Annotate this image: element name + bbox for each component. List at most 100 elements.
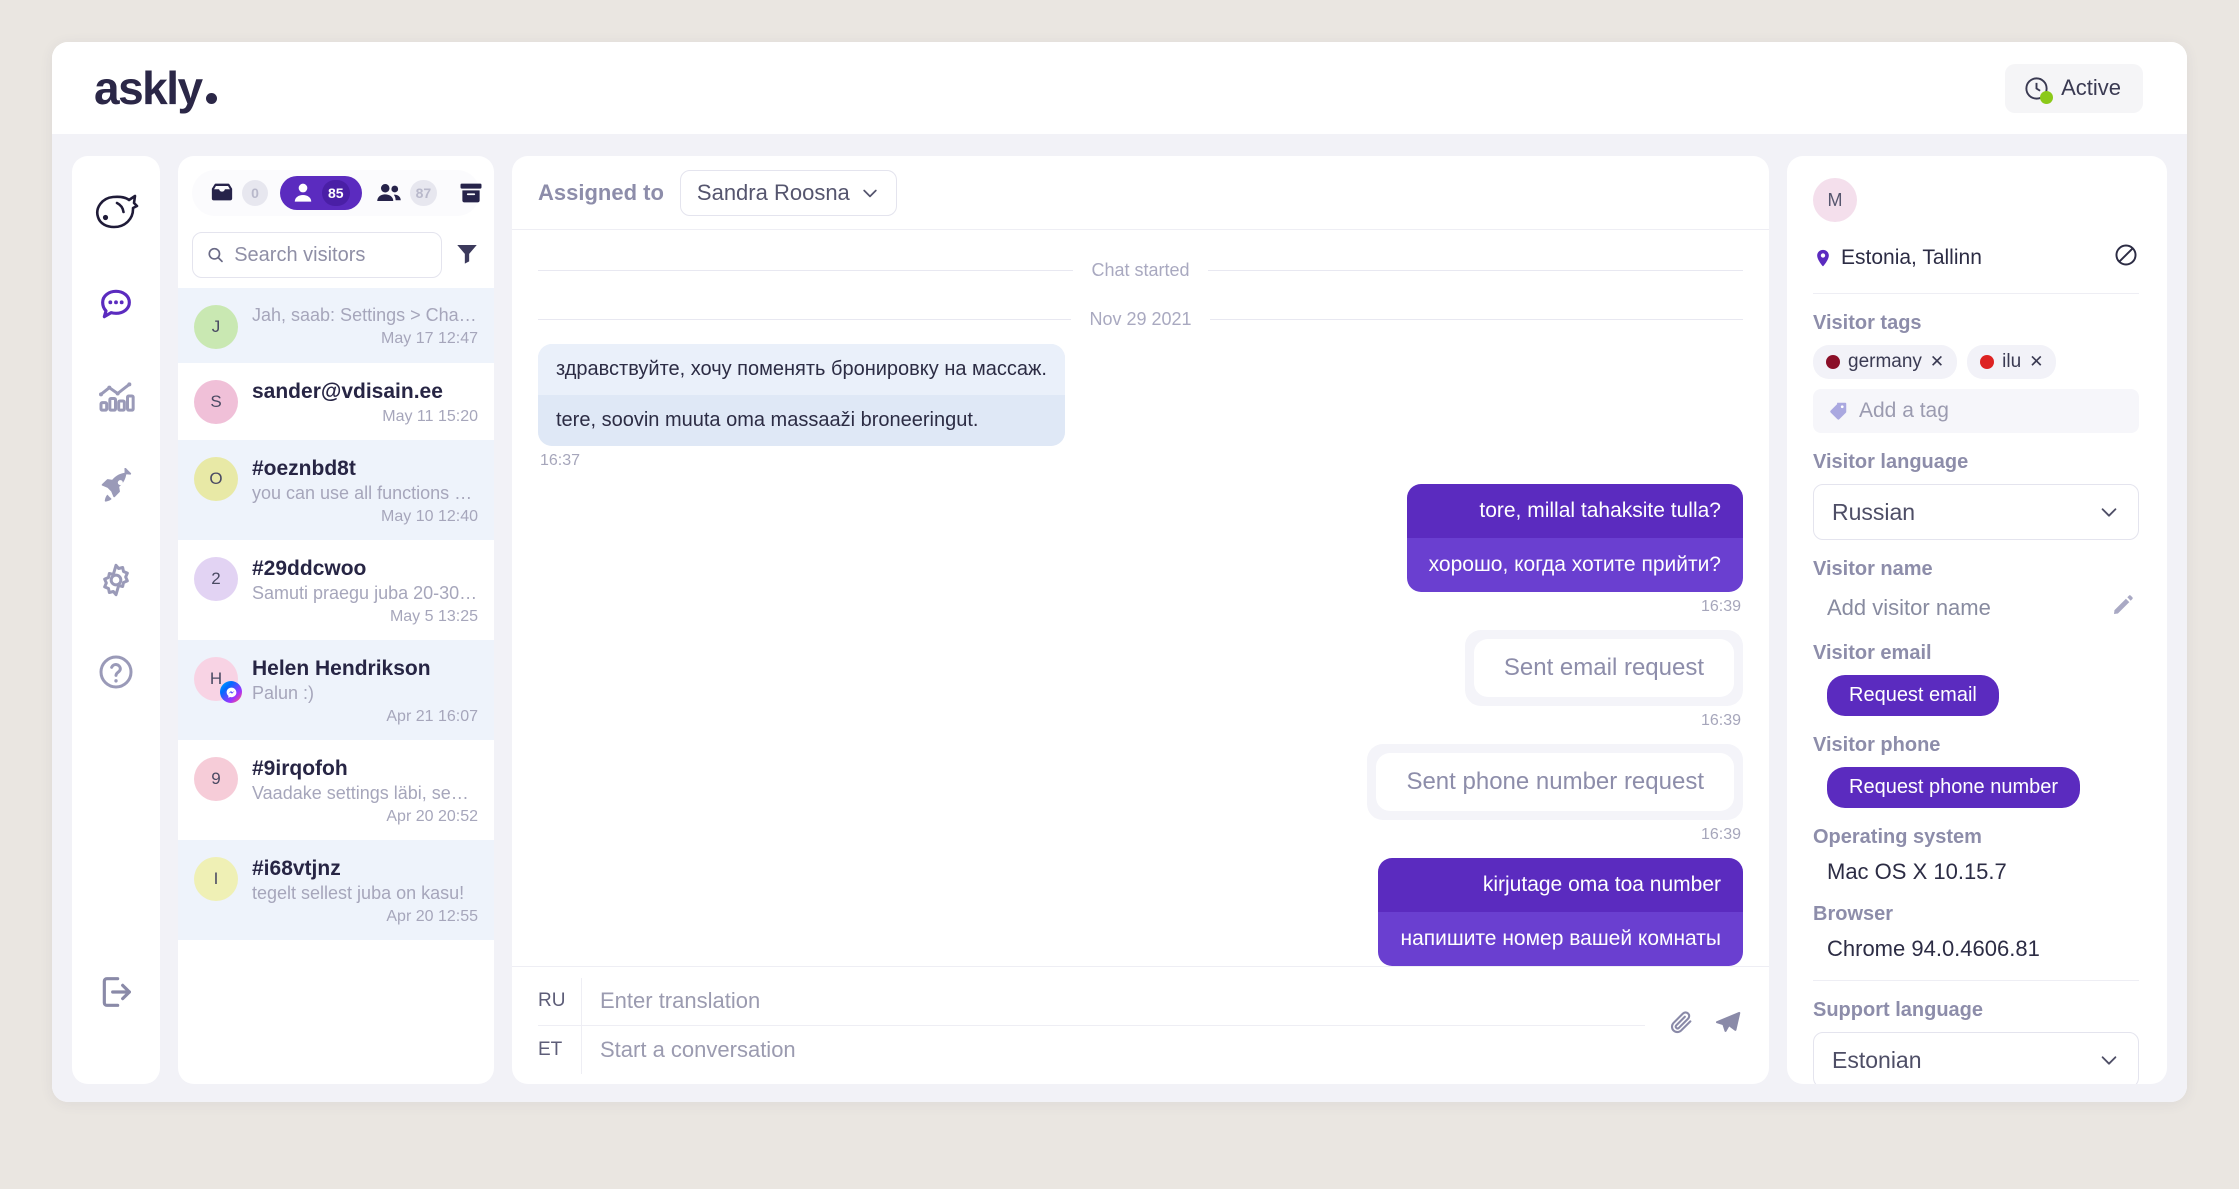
list-item[interactable]: 9 #9irqofoh Vaadake settings läbi, seal e…… xyxy=(178,740,494,840)
logout-icon[interactable] xyxy=(88,964,144,1020)
chevron-down-icon xyxy=(2101,508,2117,517)
block-icon[interactable] xyxy=(2113,242,2139,273)
filter-tab-inbox[interactable]: 0 xyxy=(200,175,276,211)
filter-tab-all[interactable]: 87 xyxy=(366,174,446,212)
search-icon xyxy=(208,247,223,263)
chat-panel: Assigned to Sandra Roosna Chat started N… xyxy=(512,156,1769,1084)
list-item-preview: Vaadake settings läbi, seal e… xyxy=(252,783,478,803)
sidebar-item-help[interactable] xyxy=(88,644,144,700)
remove-tag-icon[interactable]: ✕ xyxy=(2029,352,2043,372)
message-time: 16:39 xyxy=(1700,826,1741,843)
composer-lang-bottom: ET xyxy=(538,1025,582,1074)
translation-input[interactable] xyxy=(582,988,1645,1014)
list-item-name: #oeznbd8t xyxy=(252,457,356,480)
search-visitors-box[interactable] xyxy=(192,232,442,278)
logo-bird-icon[interactable] xyxy=(88,184,144,240)
list-item-preview: tegelt sellest juba on kasu! xyxy=(252,883,465,903)
sidebar-item-chats[interactable] xyxy=(88,276,144,332)
list-item-meta: #i68vtjnz tegelt sellest juba on kasu! Apr… xyxy=(252,857,478,926)
system-message-text: Sent phone number request xyxy=(1376,753,1734,811)
list-item[interactable]: O #oeznbd8t you can use all functions du… M… xyxy=(178,440,494,540)
avatar-initial: 2 xyxy=(211,569,221,588)
assigned-to-value: Sandra Roosna xyxy=(696,179,850,205)
message-time: 16:39 xyxy=(1700,598,1741,615)
composer-actions xyxy=(1645,1008,1743,1043)
list-item-preview: Jah, saab: Settings > Chat > … xyxy=(252,305,478,325)
list-item-name: Helen Hendrikson xyxy=(252,657,431,680)
visitor-list[interactable]: J Jah, saab: Settings > Chat > … May 17 12… xyxy=(178,288,494,1084)
clock-icon xyxy=(2023,75,2054,104)
visitor-phone-label: Visitor phone xyxy=(1813,734,1941,756)
filter-tab-archive[interactable] xyxy=(449,175,493,211)
support-language-value: Estonian xyxy=(1832,1046,1922,1073)
composer-translation-row: RU xyxy=(538,977,1645,1026)
top-bar: askly Active xyxy=(52,42,2187,134)
app-body: 0 85 87 Search visitors J Jah, saab: Set… xyxy=(52,134,2187,1102)
send-icon[interactable] xyxy=(1713,1008,1743,1043)
list-item[interactable]: J Jah, saab: Settings > Chat > … May 17 12… xyxy=(178,288,494,363)
archive-icon xyxy=(460,183,482,203)
list-item-name: sander@vdisain.ee xyxy=(252,380,443,403)
visitor-tag[interactable]: germany ✕ xyxy=(1813,345,1958,379)
visitor-tags-label: Visitor tags xyxy=(1813,312,1922,334)
logo-text: askly xyxy=(94,62,203,114)
assigned-to-select[interactable]: Sandra Roosna xyxy=(679,169,897,216)
sidebar-item-analytics[interactable] xyxy=(88,368,144,424)
visitor-name-label: Visitor name xyxy=(1813,558,1933,580)
tag-color-dot xyxy=(1980,355,1995,369)
list-item-name: #9irqofoh xyxy=(252,757,348,780)
message-row: tore, millal tahaksite tulla? хорошо, ког… xyxy=(538,484,1743,626)
add-tag-button[interactable]: Add a tag xyxy=(1813,389,2139,433)
status-badge[interactable]: Active xyxy=(2005,63,2143,113)
chat-date-label: Nov 29 2021 xyxy=(1089,309,1192,329)
list-item-meta: sander@vdisain.ee May 11 15:20 xyxy=(252,380,478,426)
list-item[interactable]: H Helen Hendrikson Palun :) Apr 21 16:07 xyxy=(178,640,494,740)
visitor-name-row[interactable]: Add visitor name xyxy=(1813,591,2139,624)
message-original: kirjutage oma toa number xyxy=(1378,858,1743,912)
add-tag-label: Add a tag xyxy=(1859,399,1949,422)
icon-rail xyxy=(72,156,160,1084)
list-item[interactable]: Ssander@vdisain.ee May 11 15:20 xyxy=(178,363,494,440)
search-row xyxy=(192,232,480,278)
visitor-tag[interactable]: ilu ✕ xyxy=(1967,345,2057,379)
list-item-time: Apr 21 16:07 xyxy=(386,708,478,725)
operating-system-value: Mac OS X 10.15.7 xyxy=(1827,859,2007,884)
visitor-language-select[interactable]: Russian xyxy=(1813,484,2139,540)
request-email-button[interactable]: Request email xyxy=(1827,675,1999,716)
avatar: 2 xyxy=(194,557,238,601)
status-label: Active xyxy=(2061,75,2121,100)
search-input[interactable] xyxy=(234,243,428,267)
support-language-select[interactable]: Estonian xyxy=(1813,1032,2139,1084)
messenger-badge-icon xyxy=(220,681,242,703)
message-original: tore, millal tahaksite tulla? xyxy=(1406,484,1743,538)
system-message: Sent email request xyxy=(1464,630,1743,706)
list-item-name: #29ddcwoo xyxy=(252,557,367,580)
message-input[interactable] xyxy=(582,1036,1645,1063)
list-item[interactable]: 2 #29ddcwoo Samuti praegu juba 20-30%… May … xyxy=(178,540,494,640)
message-row: здравствуйте, хочу поменять бронировку н… xyxy=(538,344,1743,480)
visitor-tags: germany ✕ ilu ✕ xyxy=(1813,345,2139,379)
list-item-preview: you can use all functions du… xyxy=(252,483,478,503)
message-bubble: kirjutage oma toa number напишите номер в… xyxy=(1378,858,1743,966)
sidebar-item-settings[interactable] xyxy=(88,552,144,608)
list-filter-tabs: 0 85 87 xyxy=(192,170,482,216)
list-item-preview: Palun :) xyxy=(252,683,315,703)
filter-funnel-icon[interactable] xyxy=(454,240,480,271)
avatar: S xyxy=(194,380,238,424)
filter-count-all: 87 xyxy=(409,180,438,206)
request-phone-button[interactable]: Request phone number xyxy=(1827,767,2081,808)
message-translation: tere, soovin muuta oma massaaži broneeri… xyxy=(538,395,1065,446)
list-item[interactable]: I #i68vtjnz tegelt sellest juba on kasu! Ap… xyxy=(178,840,494,940)
list-item-time: May 11 15:20 xyxy=(382,408,478,425)
visitor-list-panel: 0 85 87 Search visitors J Jah, saab: Set… xyxy=(178,156,494,1084)
visitor-language-value: Russian xyxy=(1832,498,1916,525)
remove-tag-icon[interactable]: ✕ xyxy=(1930,352,1944,372)
filter-tab-mine[interactable]: 85 xyxy=(280,176,362,210)
chat-started-label: Chat started xyxy=(1091,260,1190,280)
sidebar-item-campaigns[interactable] xyxy=(88,460,144,516)
edit-pencil-icon[interactable] xyxy=(2111,593,2135,622)
map-pin-icon xyxy=(1817,249,1829,266)
avatar-initial: S xyxy=(210,392,222,411)
paperclip-icon[interactable] xyxy=(1667,1008,1695,1043)
avatar: I xyxy=(194,857,238,901)
